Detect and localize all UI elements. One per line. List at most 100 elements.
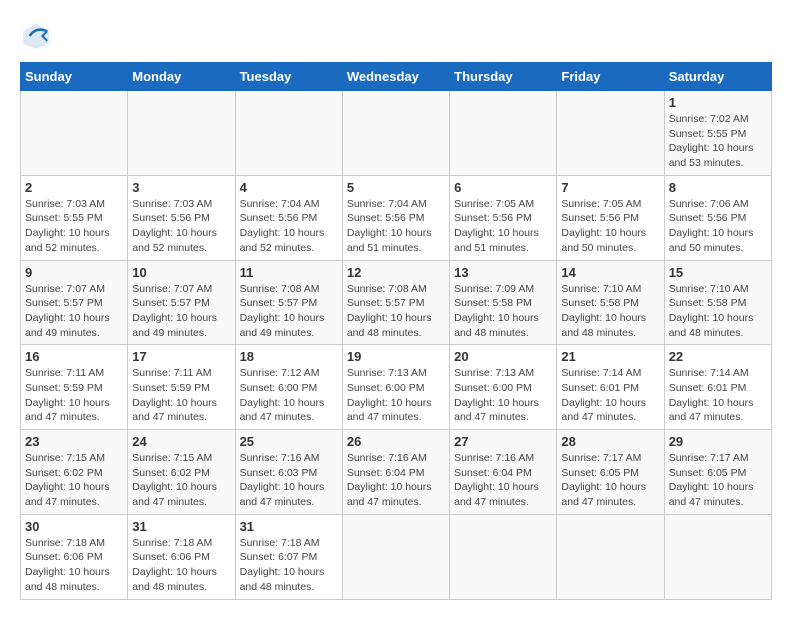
- day-number: 23: [25, 434, 123, 449]
- day-info: Sunrise: 7:17 AMSunset: 6:05 PMDaylight:…: [669, 451, 767, 510]
- day-info: Sunrise: 7:18 AMSunset: 6:06 PMDaylight:…: [132, 536, 230, 595]
- day-number: 2: [25, 180, 123, 195]
- day-info: Sunrise: 7:10 AMSunset: 5:58 PMDaylight:…: [561, 282, 659, 341]
- calendar-cell: [21, 91, 128, 176]
- day-number: 25: [240, 434, 338, 449]
- day-number: 14: [561, 265, 659, 280]
- calendar-week-row: 23Sunrise: 7:15 AMSunset: 6:02 PMDayligh…: [21, 430, 772, 515]
- weekday-header-wednesday: Wednesday: [342, 63, 449, 91]
- day-number: 5: [347, 180, 445, 195]
- calendar-cell: 5 Sunrise: 7:04 AMSunset: 5:56 PMDaylight…: [342, 175, 449, 260]
- calendar-cell: [128, 91, 235, 176]
- calendar-cell: 27 Sunrise: 7:16 AMSunset: 6:04 PMDayligh…: [450, 430, 557, 515]
- day-number: 7: [561, 180, 659, 195]
- day-number: 31: [240, 519, 338, 534]
- day-number: 11: [240, 265, 338, 280]
- day-number: 18: [240, 349, 338, 364]
- day-number: 24: [132, 434, 230, 449]
- calendar-cell: 26 Sunrise: 7:16 AMSunset: 6:04 PMDayligh…: [342, 430, 449, 515]
- day-number: 22: [669, 349, 767, 364]
- calendar-cell: 8 Sunrise: 7:06 AMSunset: 5:56 PMDaylight…: [664, 175, 771, 260]
- day-number: 9: [25, 265, 123, 280]
- calendar-cell: 30Sunrise: 7:18 AMSunset: 6:06 PMDayligh…: [21, 514, 128, 599]
- day-number: 30: [25, 519, 123, 534]
- calendar-cell: [235, 91, 342, 176]
- calendar-cell: [342, 91, 449, 176]
- day-info: Sunrise: 7:09 AMSunset: 5:58 PMDaylight:…: [454, 282, 552, 341]
- calendar-cell: [557, 91, 664, 176]
- calendar-cell: 4 Sunrise: 7:04 AMSunset: 5:56 PMDaylight…: [235, 175, 342, 260]
- day-number: 17: [132, 349, 230, 364]
- day-number: 21: [561, 349, 659, 364]
- day-number: 3: [132, 180, 230, 195]
- calendar-cell: 23Sunrise: 7:15 AMSunset: 6:02 PMDayligh…: [21, 430, 128, 515]
- day-info: Sunrise: 7:06 AMSunset: 5:56 PMDaylight:…: [669, 197, 767, 256]
- calendar-cell: [342, 514, 449, 599]
- day-number: 12: [347, 265, 445, 280]
- calendar-week-row: 30 Sunrise: 7:18 AMSunset: 6:06 PMDayligh…: [21, 514, 772, 599]
- day-info: Sunrise: 7:18 AMSunset: 6:07 PMDaylight:…: [240, 536, 338, 595]
- weekday-header-saturday: Saturday: [664, 63, 771, 91]
- calendar-cell: 13 Sunrise: 7:09 AMSunset: 5:58 PMDayligh…: [450, 260, 557, 345]
- calendar-cell: 12Sunrise: 7:08 AMSunset: 5:57 PMDayligh…: [342, 260, 449, 345]
- calendar-cell: [450, 514, 557, 599]
- calendar-cell: 16Sunrise: 7:11 AMSunset: 5:59 PMDayligh…: [21, 345, 128, 430]
- calendar-cell: 31 Sunrise: 7:18 AMSunset: 6:07 PMDayligh…: [235, 514, 342, 599]
- day-info: Sunrise: 7:12 AMSunset: 6:00 PMDaylight:…: [240, 366, 338, 425]
- day-number: 10: [132, 265, 230, 280]
- day-number: 20: [454, 349, 552, 364]
- day-number: 6: [454, 180, 552, 195]
- calendar-week-row: 2Sunrise: 7:03 AMSunset: 5:55 PMDaylight…: [21, 175, 772, 260]
- day-info: Sunrise: 7:08 AMSunset: 5:57 PMDaylight:…: [240, 282, 338, 341]
- day-number: 4: [240, 180, 338, 195]
- calendar-week-row: 16Sunrise: 7:11 AMSunset: 5:59 PMDayligh…: [21, 345, 772, 430]
- calendar-table: SundayMondayTuesdayWednesdayThursdayFrid…: [20, 62, 772, 600]
- day-info: Sunrise: 7:04 AMSunset: 5:56 PMDaylight:…: [240, 197, 338, 256]
- day-number: 31: [132, 519, 230, 534]
- logo: [20, 20, 56, 52]
- calendar-cell: 19 Sunrise: 7:13 AMSunset: 6:00 PMDayligh…: [342, 345, 449, 430]
- calendar-cell: [664, 514, 771, 599]
- day-number: 1: [669, 95, 767, 110]
- calendar-cell: 17 Sunrise: 7:11 AMSunset: 5:59 PMDayligh…: [128, 345, 235, 430]
- day-info: Sunrise: 7:13 AMSunset: 6:00 PMDaylight:…: [347, 366, 445, 425]
- day-number: 26: [347, 434, 445, 449]
- calendar-week-row: 9Sunrise: 7:07 AMSunset: 5:57 PMDaylight…: [21, 260, 772, 345]
- calendar-cell: 3Sunrise: 7:03 AMSunset: 5:56 PMDaylight…: [128, 175, 235, 260]
- day-info: Sunrise: 7:04 AMSunset: 5:56 PMDaylight:…: [347, 197, 445, 256]
- calendar-cell: 15Sunrise: 7:10 AMSunset: 5:58 PMDayligh…: [664, 260, 771, 345]
- day-info: Sunrise: 7:16 AMSunset: 6:04 PMDaylight:…: [347, 451, 445, 510]
- day-info: Sunrise: 7:11 AMSunset: 5:59 PMDaylight:…: [25, 366, 123, 425]
- weekday-header-row: SundayMondayTuesdayWednesdayThursdayFrid…: [21, 63, 772, 91]
- calendar-cell: 18 Sunrise: 7:12 AMSunset: 6:00 PMDayligh…: [235, 345, 342, 430]
- calendar-cell: 29 Sunrise: 7:17 AMSunset: 6:05 PMDayligh…: [664, 430, 771, 515]
- calendar-cell: 14 Sunrise: 7:10 AMSunset: 5:58 PMDayligh…: [557, 260, 664, 345]
- calendar-cell: 6Sunrise: 7:05 AMSunset: 5:56 PMDaylight…: [450, 175, 557, 260]
- day-number: 13: [454, 265, 552, 280]
- weekday-header-sunday: Sunday: [21, 63, 128, 91]
- day-info: Sunrise: 7:14 AMSunset: 6:01 PMDaylight:…: [561, 366, 659, 425]
- calendar-cell: 24Sunrise: 7:15 AMSunset: 6:02 PMDayligh…: [128, 430, 235, 515]
- day-info: Sunrise: 7:17 AMSunset: 6:05 PMDaylight:…: [561, 451, 659, 510]
- calendar-cell: 1Sunrise: 7:02 AMSunset: 5:55 PMDaylight…: [664, 91, 771, 176]
- calendar-cell: 21 Sunrise: 7:14 AMSunset: 6:01 PMDayligh…: [557, 345, 664, 430]
- calendar-week-row: 1Sunrise: 7:02 AMSunset: 5:55 PMDaylight…: [21, 91, 772, 176]
- day-info: Sunrise: 7:11 AMSunset: 5:59 PMDaylight:…: [132, 366, 230, 425]
- weekday-header-thursday: Thursday: [450, 63, 557, 91]
- day-number: 8: [669, 180, 767, 195]
- day-info: Sunrise: 7:16 AMSunset: 6:04 PMDaylight:…: [454, 451, 552, 510]
- weekday-header-tuesday: Tuesday: [235, 63, 342, 91]
- calendar-cell: 20 Sunrise: 7:13 AMSunset: 6:00 PMDayligh…: [450, 345, 557, 430]
- day-number: 29: [669, 434, 767, 449]
- calendar-cell: 7Sunrise: 7:05 AMSunset: 5:56 PMDaylight…: [557, 175, 664, 260]
- day-info: Sunrise: 7:14 AMSunset: 6:01 PMDaylight:…: [669, 366, 767, 425]
- day-info: Sunrise: 7:13 AMSunset: 6:00 PMDaylight:…: [454, 366, 552, 425]
- day-number: 27: [454, 434, 552, 449]
- day-info: Sunrise: 7:16 AMSunset: 6:03 PMDaylight:…: [240, 451, 338, 510]
- calendar-cell: 22 Sunrise: 7:14 AMSunset: 6:01 PMDayligh…: [664, 345, 771, 430]
- weekday-header-friday: Friday: [557, 63, 664, 91]
- day-number: 19: [347, 349, 445, 364]
- day-number: 15: [669, 265, 767, 280]
- calendar-cell: 31 Sunrise: 7:18 AMSunset: 6:06 PMDayligh…: [128, 514, 235, 599]
- weekday-header-monday: Monday: [128, 63, 235, 91]
